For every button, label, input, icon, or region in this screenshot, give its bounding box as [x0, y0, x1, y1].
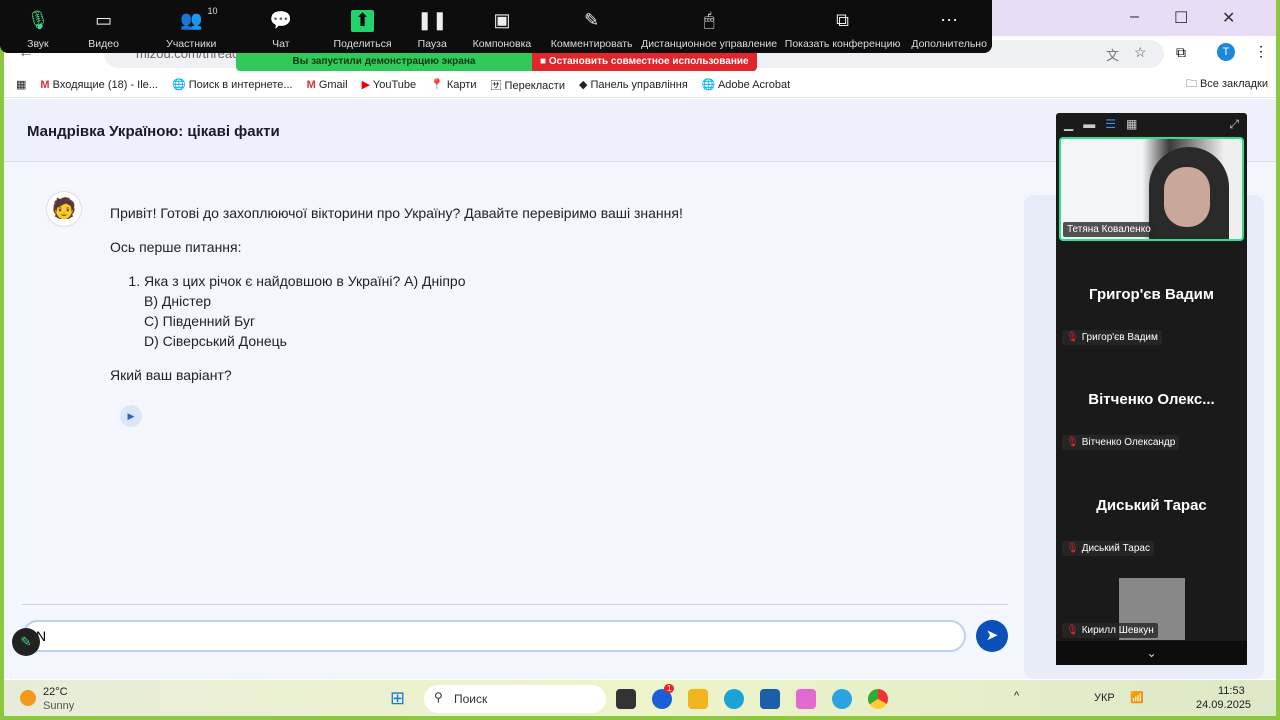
telegram-icon[interactable]	[832, 689, 852, 709]
intro-text: Ось перше питання:	[110, 239, 242, 255]
annotate-button[interactable]: ✎ Комментировать	[544, 0, 640, 53]
participant-tile-title: Диський Тарас	[1096, 497, 1207, 514]
clock-date[interactable]: 24.09.2025	[1196, 699, 1251, 711]
bookmark-inbox[interactable]: M Входящие (18) - Ile...	[40, 79, 158, 91]
play-audio-button[interactable]: ▶	[120, 405, 142, 427]
muted-mic-icon: 🎙	[1066, 332, 1079, 343]
close-button[interactable]: ✕	[1222, 8, 1235, 28]
clock-time[interactable]: 11:53	[1218, 685, 1245, 697]
chat-area: 🧑 Привіт! Готові до захоплюючої вікторин…	[4, 163, 1014, 679]
scroll-down-button[interactable]: ⌄	[1056, 641, 1247, 665]
send-button[interactable]: ➤	[976, 620, 1008, 652]
bot-message: Привіт! Готові до захоплюючої вікторини …	[110, 203, 910, 399]
start-icon[interactable]: ⊞	[390, 688, 405, 709]
prompt-text: Який ваш варіант?	[110, 367, 232, 383]
translate-icon[interactable]: 文	[1106, 45, 1119, 64]
chrome-icon[interactable]	[868, 689, 888, 709]
question-text: Яка з цих річок є найдовшою в Україні? A…	[144, 273, 466, 289]
apps-icon[interactable]: ▦	[16, 78, 26, 91]
bookmark-gmail[interactable]: M Gmail	[307, 79, 348, 91]
notification-badge: 1	[664, 684, 675, 693]
bookmarks-bar: ▦ M Входящие (18) - Ile... 🌐 Поиск в инт…	[4, 72, 1276, 98]
weather-text[interactable]: Sunny	[43, 700, 74, 712]
participant-tile-title: Григор'єв Вадим	[1089, 286, 1214, 303]
taskbar-search[interactable]: ⚲ Поиск	[424, 685, 606, 713]
tray-chevron-icon[interactable]: ^	[1014, 690, 1019, 702]
remote-control-button[interactable]: 🖱 Дистанционное управление	[639, 0, 778, 53]
show-meeting-button[interactable]: ⧉ Показать конференцию	[779, 0, 906, 53]
participants-button[interactable]: 👥 10 Участники	[141, 0, 241, 53]
taskbar: 22°C Sunny ⊞ ⚲ Поиск 1 ^ УКР 📶 11:53 24.0…	[4, 680, 1276, 716]
profile-avatar[interactable]: T	[1217, 43, 1235, 61]
bookmark-maps[interactable]: 📍 Карти	[430, 78, 476, 91]
stop-sharing-button[interactable]: ■ Остановить совместное использование	[532, 53, 757, 71]
video-button[interactable]: ▭ Видео	[66, 0, 142, 53]
annotate-pen-icon[interactable]: ✎	[12, 628, 40, 656]
option-d: D) Сіверський Донець	[144, 333, 287, 349]
snipping-icon[interactable]	[796, 689, 816, 709]
more-button[interactable]: ⋯ Дополнительно	[906, 0, 992, 53]
muted-mic-icon: 🎙	[1066, 625, 1079, 636]
wifi-icon[interactable]: 📶	[1130, 691, 1144, 704]
message-input[interactable]: N	[22, 620, 966, 652]
extensions-icon[interactable]: ⧉	[1176, 44, 1186, 61]
participant-label: 🎙 Диський Тарас	[1062, 541, 1154, 556]
strip-view-icon[interactable]: ☰	[1105, 117, 1116, 133]
zoom-video-panel: ▁ ▬ ☰ ▦ ⤢ Тетяна Коваленко Григор'єв Вад…	[1056, 113, 1247, 665]
muted-mic-icon: 🎙	[1066, 437, 1079, 448]
greeting-text: Привіт! Готові до захоплюючої вікторини …	[110, 205, 683, 221]
bookmark-panel[interactable]: ◆ Панель управління	[579, 78, 688, 91]
weather-icon	[20, 690, 36, 706]
bookmark-acrobat[interactable]: 🌐 Adobe Acrobat	[702, 78, 790, 91]
single-view-icon[interactable]: ▬	[1083, 117, 1095, 133]
audio-button[interactable]: 🎙 Звук	[10, 0, 66, 53]
layout-button[interactable]: ▣ Компоновка	[460, 0, 544, 53]
bookmark-youtube[interactable]: ▶ YouTube	[362, 78, 417, 91]
all-bookmarks[interactable]: 🗀 Все закладки	[1186, 75, 1268, 94]
pause-button[interactable]: ❚❚ Пауза	[404, 0, 460, 53]
participant-label: 🎙 Кирилл Шевкун	[1062, 623, 1158, 638]
grid-view-icon[interactable]: ▦	[1126, 117, 1137, 133]
language-indicator[interactable]: УКР	[1094, 692, 1115, 704]
menu-icon[interactable]: ⋮	[1254, 43, 1268, 60]
panel-view-controls: ▁ ▬ ☰ ▦ ⤢	[1056, 113, 1247, 137]
muted-mic-icon: 🎙	[1066, 543, 1079, 554]
minimize-button[interactable]: –	[1130, 8, 1139, 26]
temperature[interactable]: 22°C	[43, 686, 68, 698]
bot-avatar: 🧑	[46, 191, 82, 227]
file-explorer-icon[interactable]	[688, 689, 708, 709]
edge-icon[interactable]	[724, 689, 744, 709]
participant-label: 🎙 Григор'єв Вадим	[1062, 330, 1162, 345]
page-title: Мандрівка Україною: цікаві факти	[27, 123, 280, 140]
maximize-button[interactable]: ☐	[1174, 8, 1188, 28]
option-c: C) Південний Буг	[144, 313, 256, 329]
star-icon[interactable]: ☆	[1134, 44, 1147, 61]
share-button[interactable]: ⬆ Поделиться	[321, 0, 405, 53]
app-icon[interactable]	[616, 689, 636, 709]
participant-tile-title: Вітченко Олекс...	[1088, 391, 1215, 408]
minimize-view-icon[interactable]: ▁	[1064, 117, 1073, 133]
self-name: Тетяна Коваленко	[1063, 222, 1155, 237]
option-b: B) Дністер	[144, 293, 212, 309]
bookmark-search[interactable]: 🌐 Поиск в интернете...	[172, 78, 293, 91]
divider	[22, 604, 1008, 605]
self-video: Тетяна Коваленко	[1059, 137, 1244, 241]
sharing-banner: Вы запустили демонстрацию экрана	[236, 53, 532, 71]
store-icon[interactable]	[760, 689, 780, 709]
bookmark-translate[interactable]: 🈂 Перекласти	[490, 77, 564, 93]
zoom-toolbar: 🎙 Звук ▭ Видео 👥 10 Участники 💬 Чат ⬆ Поделить…	[0, 0, 992, 53]
chat-button[interactable]: 💬 Чат	[241, 0, 321, 53]
participant-label: 🎙 Вітченко Олександр	[1062, 435, 1180, 450]
expand-icon[interactable]: ⤢	[1229, 117, 1239, 133]
